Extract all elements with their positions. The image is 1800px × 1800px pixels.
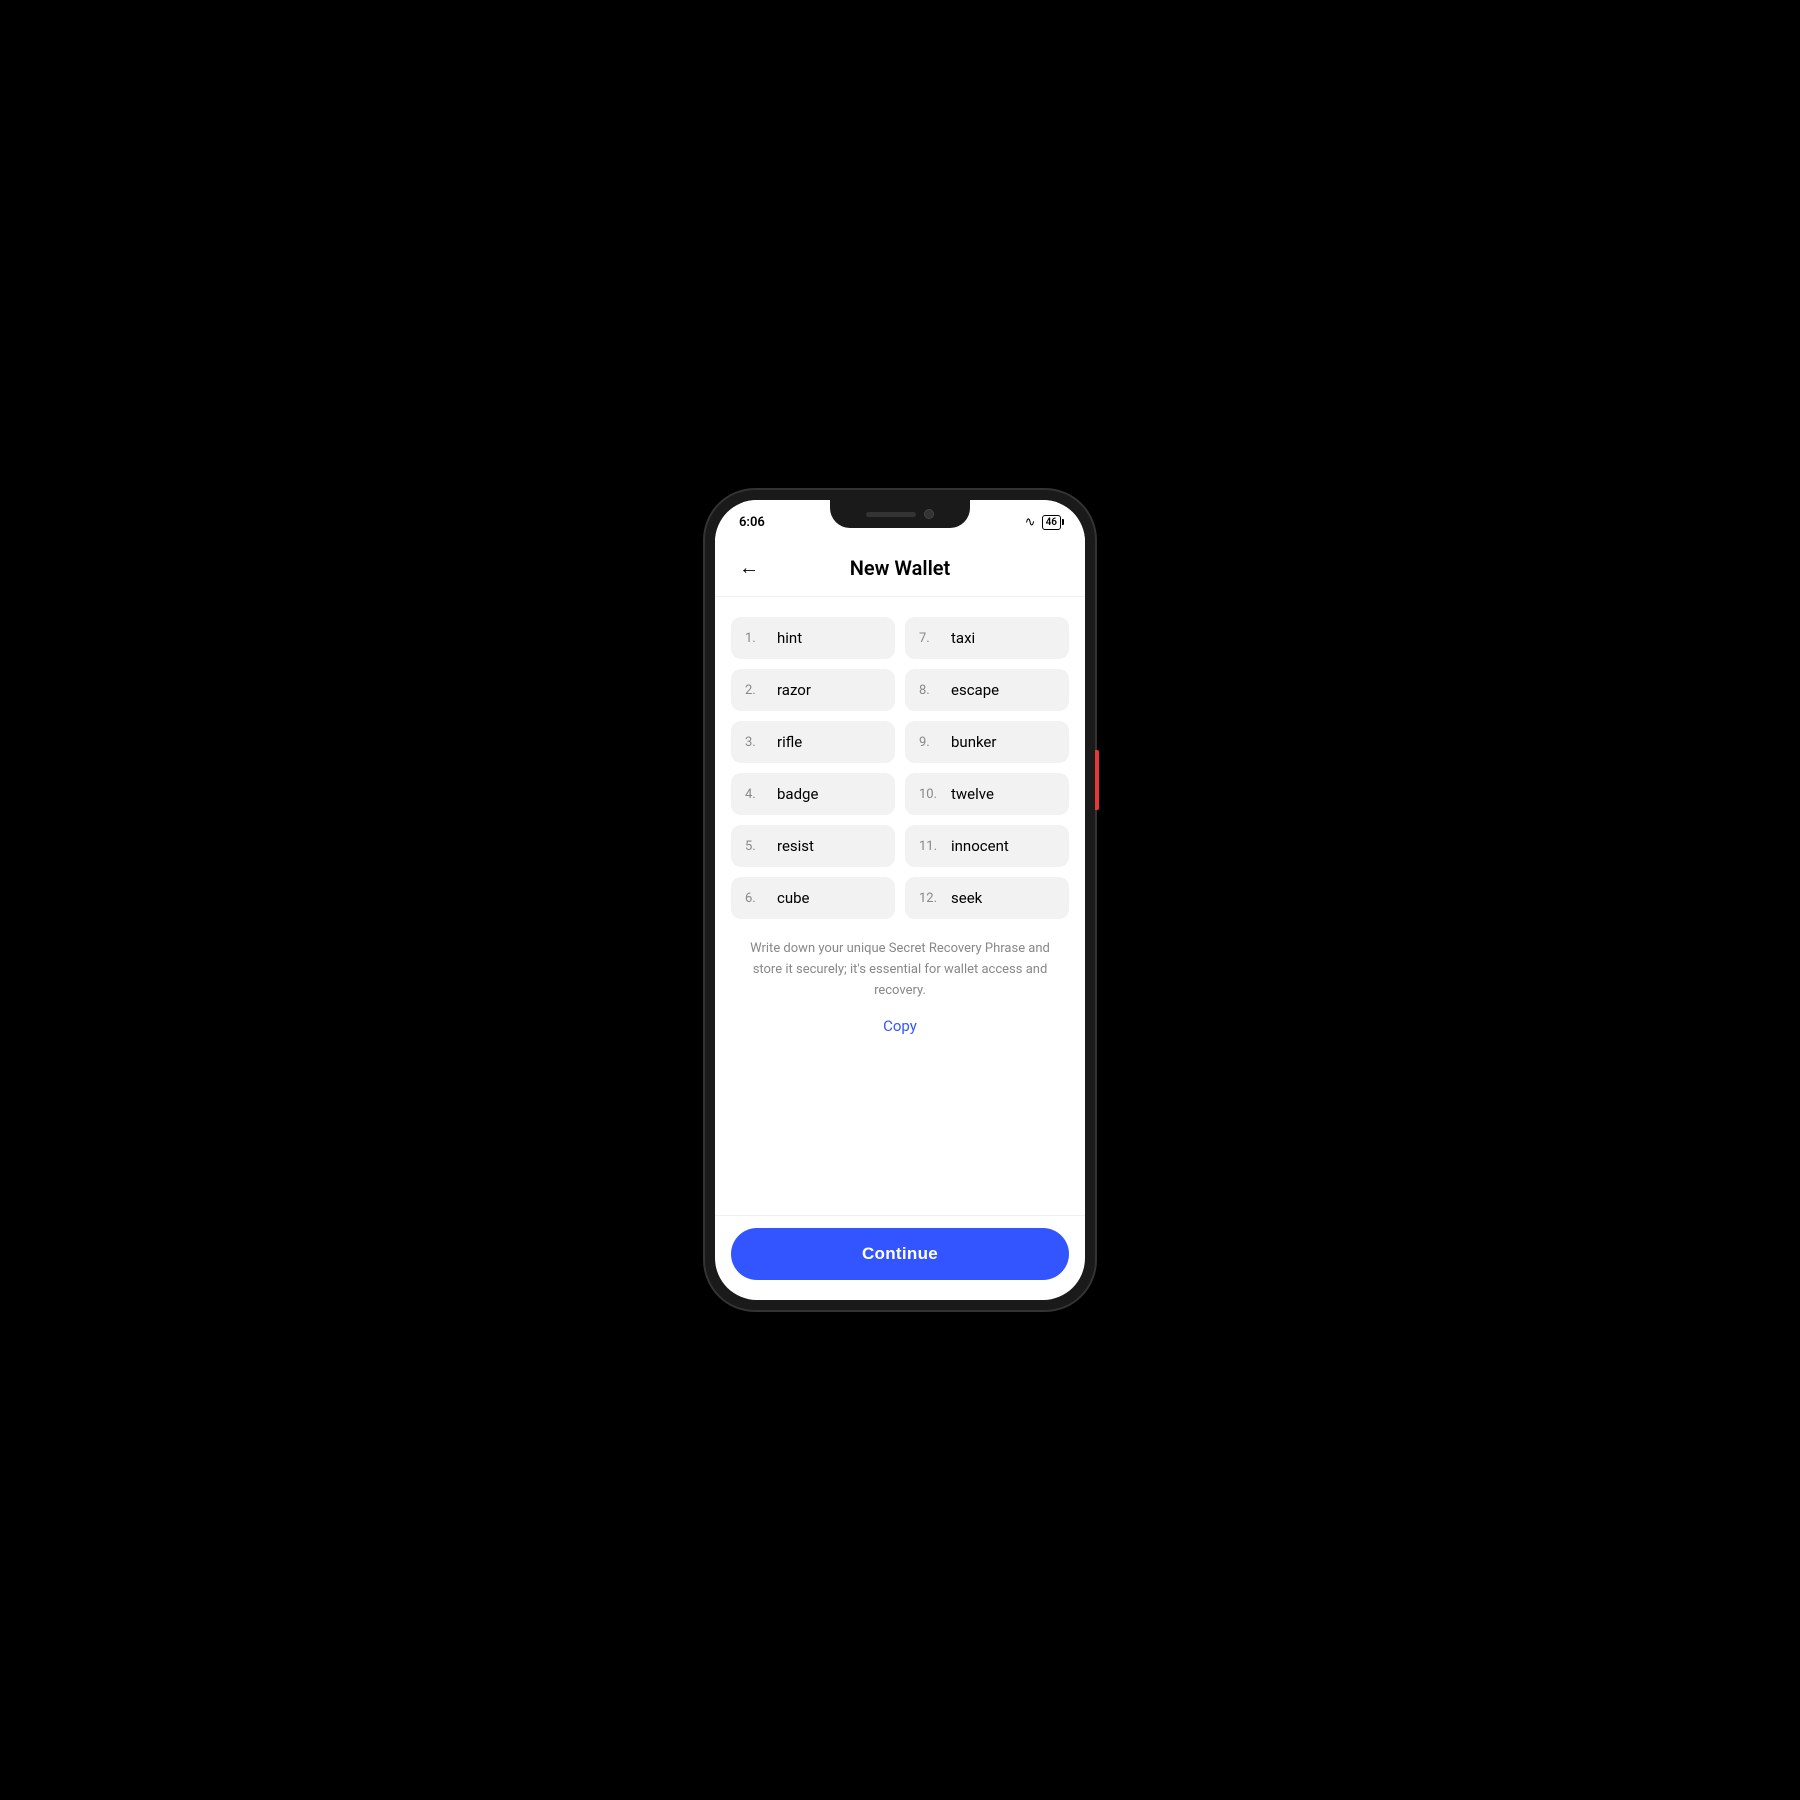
- word-item-1: 1. hint: [731, 617, 895, 659]
- notch-camera: [924, 509, 934, 519]
- battery-level: 46: [1046, 517, 1057, 528]
- word-item-10: 10. twelve: [905, 773, 1069, 815]
- word-item-3: 3. rifle: [731, 721, 895, 763]
- seed-phrase-grid: 1. hint 7. taxi 2. razor 8. escape: [731, 617, 1069, 919]
- recovery-phrase-description: Write down your unique Secret Recovery P…: [731, 939, 1069, 1001]
- word-text-5: resist: [777, 837, 814, 855]
- word-number-5: 5.: [745, 839, 767, 854]
- word-item-2: 2. razor: [731, 669, 895, 711]
- word-item-9: 9. bunker: [905, 721, 1069, 763]
- word-item-8: 8. escape: [905, 669, 1069, 711]
- word-number-3: 3.: [745, 735, 767, 750]
- word-text-12: seek: [951, 889, 982, 907]
- word-number-6: 6.: [745, 891, 767, 906]
- page-title: New Wallet: [850, 556, 951, 580]
- word-item-7: 7. taxi: [905, 617, 1069, 659]
- word-number-9: 9.: [919, 735, 941, 750]
- phone-screen: 6:06 ∿ 46 ← New Wallet 1. hint: [715, 500, 1085, 1300]
- word-number-7: 7.: [919, 631, 941, 646]
- word-number-2: 2.: [745, 683, 767, 698]
- word-text-2: razor: [777, 681, 811, 699]
- status-time: 6:06: [739, 515, 765, 530]
- word-item-12: 12. seek: [905, 877, 1069, 919]
- bottom-area: Continue: [715, 1215, 1085, 1300]
- word-number-4: 4.: [745, 787, 767, 802]
- notch-speaker: [866, 512, 916, 517]
- word-text-1: hint: [777, 629, 802, 647]
- word-number-12: 12.: [919, 891, 941, 906]
- word-text-7: taxi: [951, 629, 975, 647]
- word-number-1: 1.: [745, 631, 767, 646]
- status-icons: ∿ 46: [1025, 515, 1061, 530]
- word-item-11: 11. innocent: [905, 825, 1069, 867]
- battery-indicator: 46: [1042, 515, 1061, 530]
- word-text-9: bunker: [951, 733, 996, 751]
- word-text-10: twelve: [951, 785, 994, 803]
- word-item-6: 6. cube: [731, 877, 895, 919]
- word-item-5: 5. resist: [731, 825, 895, 867]
- word-text-8: escape: [951, 681, 999, 699]
- main-content: 1. hint 7. taxi 2. razor 8. escape: [715, 597, 1085, 1215]
- status-bar: 6:06 ∿ 46: [715, 500, 1085, 544]
- word-number-11: 11.: [919, 839, 941, 854]
- wifi-icon: ∿: [1025, 515, 1036, 530]
- word-text-6: cube: [777, 889, 810, 907]
- continue-button[interactable]: Continue: [731, 1228, 1069, 1280]
- word-text-4: badge: [777, 785, 818, 803]
- copy-button[interactable]: Copy: [731, 1017, 1069, 1035]
- word-number-8: 8.: [919, 683, 941, 698]
- word-text-11: innocent: [951, 837, 1009, 855]
- phone-device: 6:06 ∿ 46 ← New Wallet 1. hint: [705, 490, 1095, 1310]
- back-button[interactable]: ←: [735, 553, 763, 584]
- word-number-10: 10.: [919, 787, 941, 802]
- notch: [830, 500, 970, 528]
- word-text-3: rifle: [777, 733, 802, 751]
- word-item-4: 4. badge: [731, 773, 895, 815]
- app-header: ← New Wallet: [715, 544, 1085, 597]
